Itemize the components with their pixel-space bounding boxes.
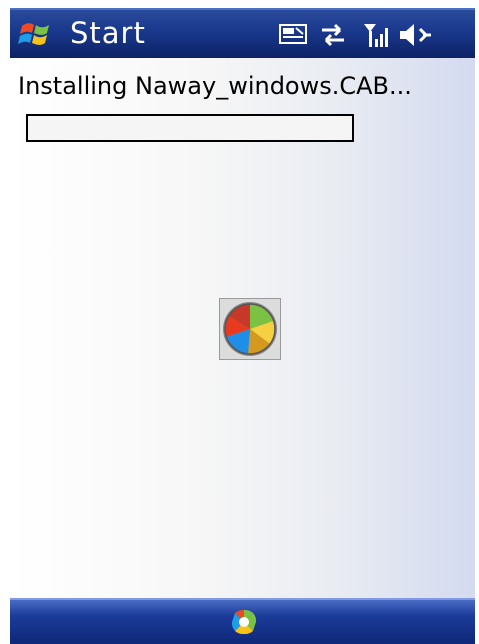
install-panel: Installing Naway_windows.CAB... — [10, 58, 475, 598]
phone-status-icon[interactable] — [278, 21, 310, 49]
volume-icon[interactable] — [398, 21, 432, 49]
connectivity-icon[interactable] — [318, 21, 348, 49]
signal-strength-icon[interactable] — [362, 21, 392, 49]
start-label[interactable]: Start — [70, 16, 146, 50]
windows-busy-icon — [223, 302, 277, 356]
install-progress-bar — [26, 114, 354, 142]
bottom-softkey-bar — [10, 598, 475, 644]
windows-logo-icon[interactable] — [231, 608, 257, 636]
installing-status-text: Installing Naway_windows.CAB... — [18, 72, 412, 100]
title-bar: Start — [10, 8, 475, 58]
device-screen: Start Installing Naway_windows.CAB... — [0, 0, 479, 644]
windows-flag-icon[interactable] — [18, 18, 52, 50]
busy-indicator — [219, 298, 281, 360]
